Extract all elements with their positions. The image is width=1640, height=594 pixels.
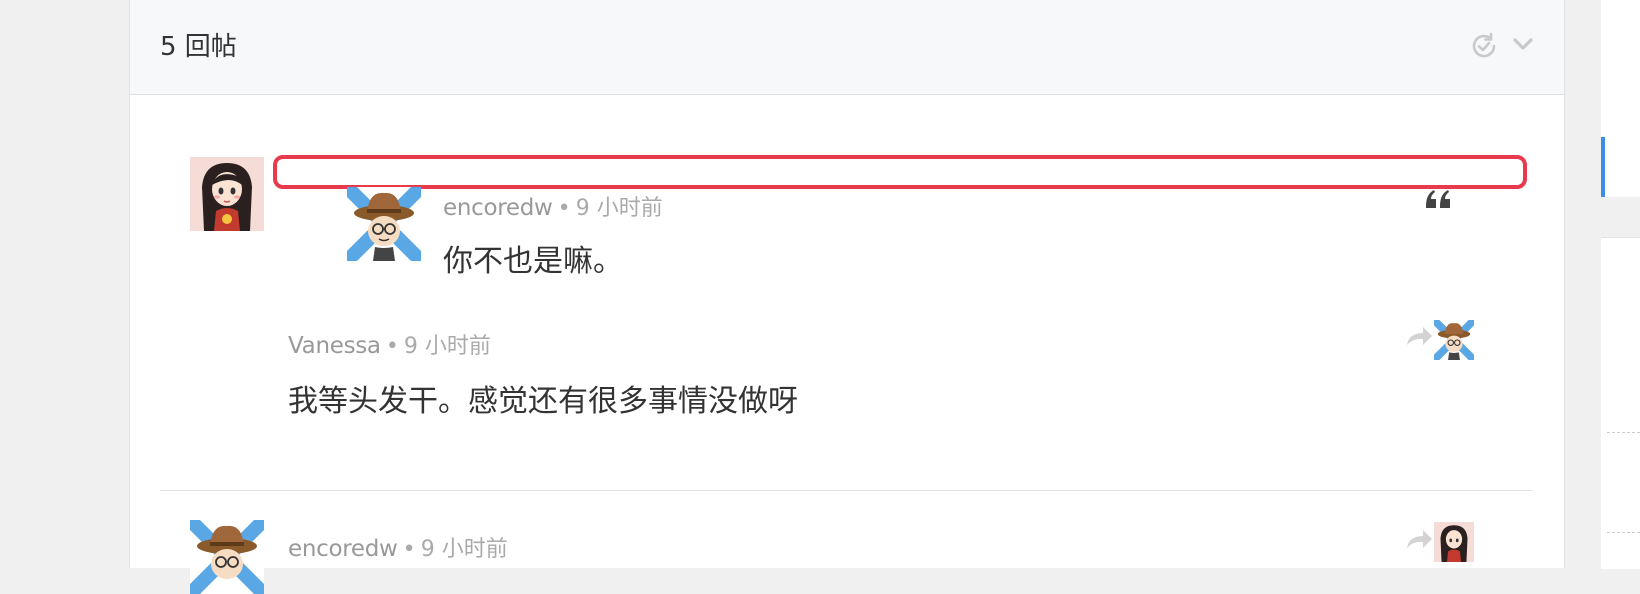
avatar-encoredw[interactable] [347,187,421,261]
quoted-post-meta: encoredw • 9 小时前 [443,190,663,222]
sidebar-card [1601,237,1640,569]
reply-time: 9 小时前 [403,334,491,359]
reply-author[interactable]: Vanessa [288,333,381,359]
quoted-author[interactable]: encoredw [443,195,553,221]
post-divider [160,490,1532,491]
meta-separator: • [385,334,399,359]
replies-header: 5 回帖 [130,0,1564,95]
meta-separator: • [557,196,571,221]
avatar-vanessa[interactable] [190,157,264,231]
next-time: 9 小时前 [420,537,508,562]
next-author[interactable]: encoredw [288,536,398,562]
sidebar-active-indicator [1601,137,1605,197]
chevron-down-icon[interactable] [1512,36,1534,56]
reply-to-avatar-vanessa[interactable] [1434,522,1474,562]
highlight-annotation [273,155,1527,189]
replies-panel: 5 回帖 [129,0,1565,568]
reply-arrow-icon[interactable] [1405,325,1433,351]
reply-arrow-icon[interactable] [1405,528,1433,554]
reply-count: 5 回帖 [160,32,237,62]
reply-text: 我等头发干。感觉还有很多事情没做呀 [288,384,798,419]
avatar-encoredw[interactable] [190,520,264,594]
reply-meta: Vanessa • 9 小时前 [288,328,491,360]
refresh-check-icon[interactable] [1468,30,1500,66]
quoted-time: 9 小时前 [575,196,663,221]
quoted-post-text: 你不也是嘛。 [443,244,623,279]
reply-to-avatar-encoredw[interactable] [1434,320,1474,360]
quote-icon[interactable] [1424,186,1454,216]
meta-separator: • [402,537,416,562]
next-post-meta: encoredw • 9 小时前 [288,531,508,563]
